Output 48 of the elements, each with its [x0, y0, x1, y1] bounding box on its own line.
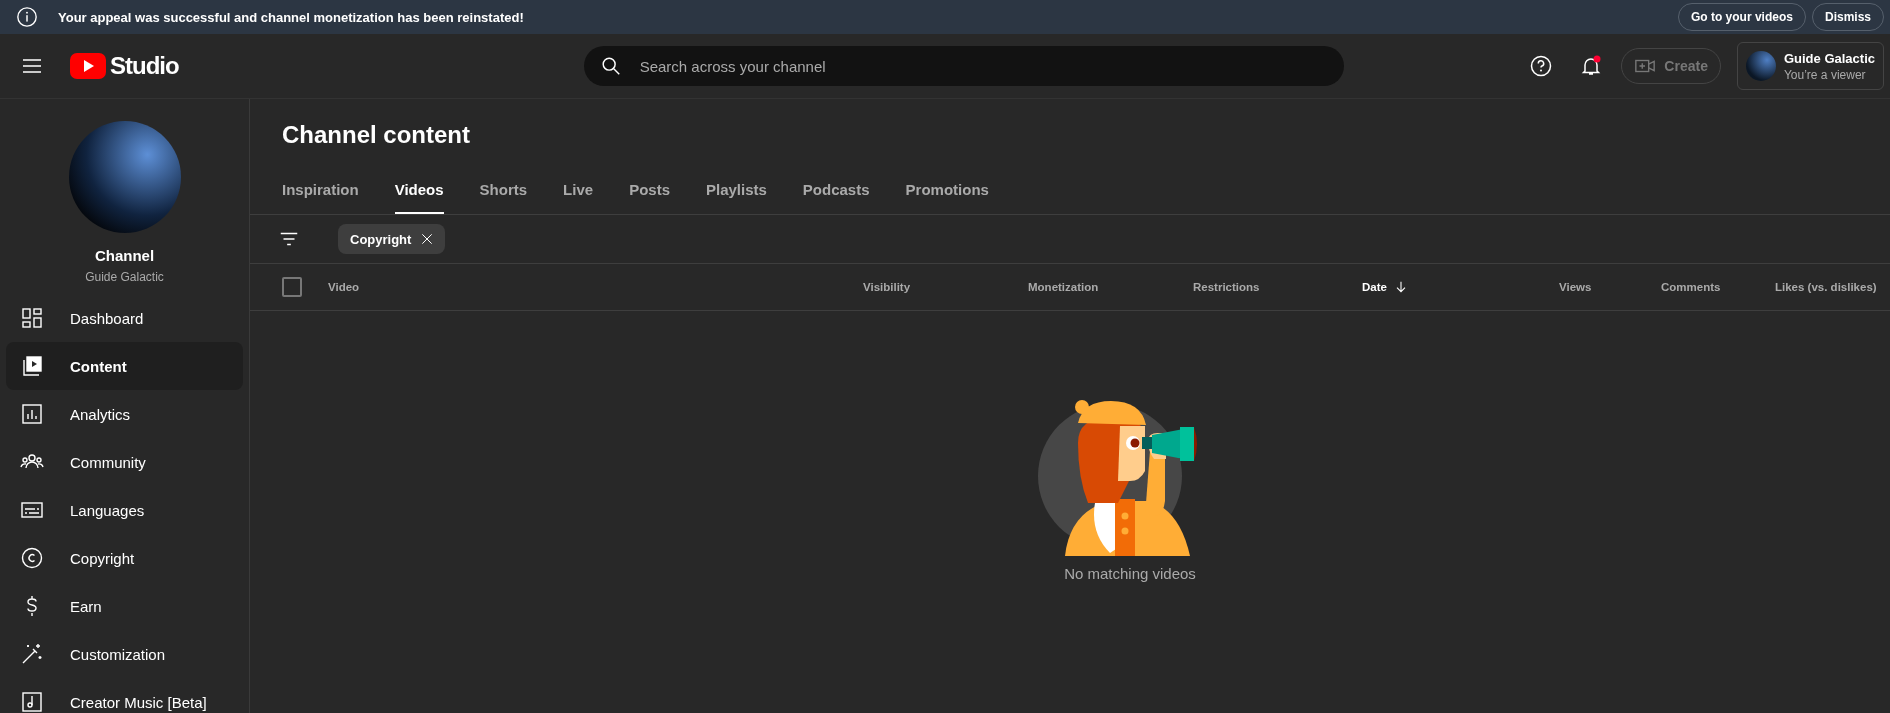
sidebar-item[interactable]: Copyright	[6, 534, 243, 582]
select-all-checkbox[interactable]	[282, 277, 302, 297]
banner-message: Your appeal was successful and channel monetization has been reinstated!	[58, 9, 524, 25]
bar-chart-icon	[20, 402, 44, 426]
sidebar-item[interactable]: Languages	[6, 486, 243, 534]
play-logo-icon	[70, 53, 106, 79]
account-role: You’re a viewer	[1783, 67, 1867, 82]
tab[interactable]: Podcasts	[802, 169, 870, 214]
column-header[interactable]: Date	[1362, 281, 1387, 293]
sidebar-item[interactable]: Creator Music [Beta]	[6, 678, 243, 713]
sidebar-item[interactable]: Analytics	[6, 390, 243, 438]
column-header[interactable]: Likes (vs. dislikes)	[1775, 281, 1877, 293]
account-button[interactable]: Guide Galactic You’re a viewer	[1736, 42, 1884, 90]
logo-text: Studio	[110, 52, 179, 80]
column-header[interactable]: Views	[1559, 281, 1592, 293]
tab[interactable]: Videos	[394, 169, 444, 214]
channel-label: Channel	[94, 247, 155, 264]
tab[interactable]: Promotions	[905, 169, 989, 214]
magic-wand-icon	[20, 642, 44, 666]
column-header[interactable]: Visibility	[863, 281, 911, 293]
account-name: Guide Galactic	[1783, 50, 1875, 66]
page-title: Channel content	[282, 121, 471, 149]
empty-state-message: No matching videos	[1064, 565, 1196, 582]
chip-label: Copyright	[350, 231, 412, 247]
column-header[interactable]: Restrictions	[1193, 281, 1260, 293]
search-field[interactable]: Search across your channel	[583, 46, 1344, 86]
sidebar-item[interactable]: Dashboard	[6, 294, 243, 342]
channel-name: Guide Galactic	[85, 270, 164, 284]
grid-icon	[20, 306, 44, 330]
copyright-icon	[20, 546, 44, 570]
music-note-icon	[20, 690, 44, 713]
column-header[interactable]: Comments	[1661, 281, 1721, 293]
tab[interactable]: Posts	[629, 169, 670, 214]
sidebar-item[interactable]: Customization	[6, 630, 243, 678]
sidebar-item[interactable]: Earn	[6, 582, 243, 630]
filter-chip[interactable]: Copyright	[338, 224, 446, 254]
tab[interactable]: Inspiration	[282, 169, 359, 214]
column-header[interactable]: Video	[328, 281, 360, 293]
help-icon[interactable]	[1529, 54, 1554, 78]
avatar	[1745, 51, 1776, 81]
tab[interactable]: Live	[563, 169, 594, 214]
info-icon	[16, 6, 38, 28]
play-stack-icon	[20, 354, 44, 378]
tab[interactable]: Playlists	[706, 169, 767, 214]
sidebar-item[interactable]: Content	[6, 342, 243, 390]
sidebar-item[interactable]: Community	[6, 438, 243, 486]
column-header[interactable]: Monetization	[1028, 281, 1099, 293]
tab[interactable]: Shorts	[479, 169, 528, 214]
